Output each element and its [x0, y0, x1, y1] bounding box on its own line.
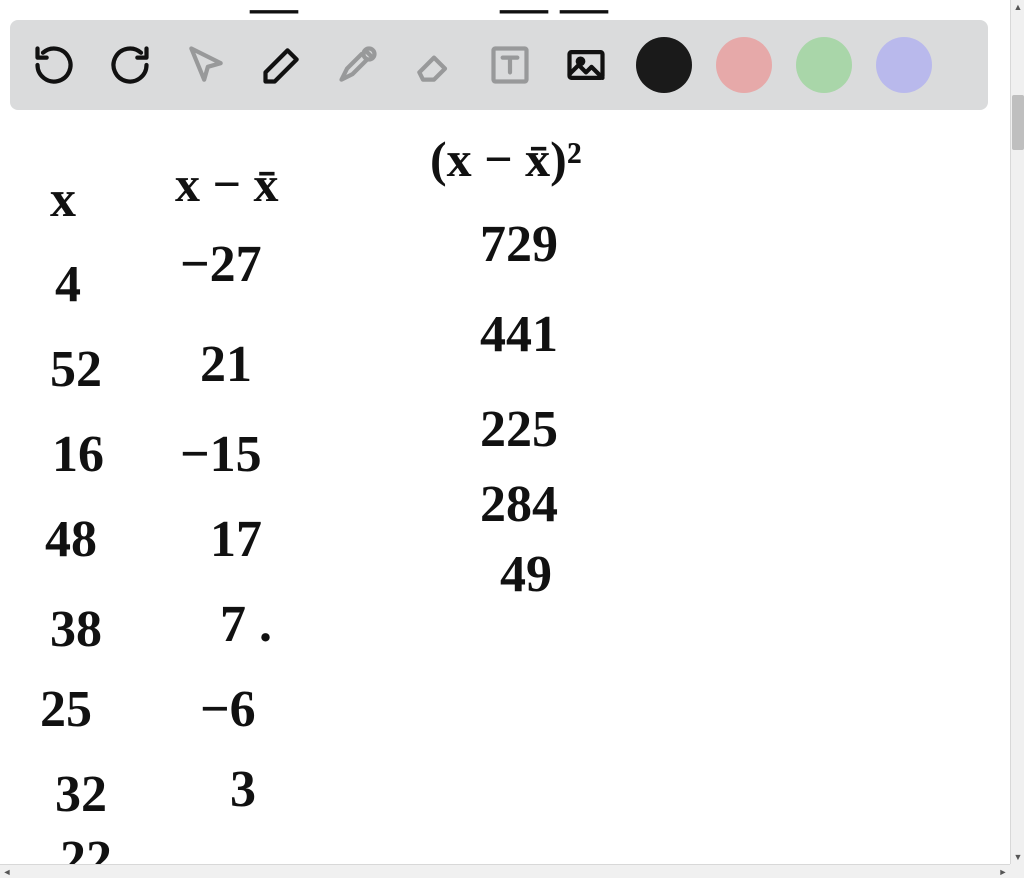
- vertical-scroll-thumb[interactable]: [1012, 95, 1024, 150]
- cell-squared: 284: [480, 475, 558, 534]
- vertical-scrollbar[interactable]: ▲ ▼: [1010, 0, 1024, 864]
- cell-x: 16: [52, 425, 104, 484]
- cell-deviation: 17: [210, 510, 262, 569]
- pen-tool-button[interactable]: [256, 39, 308, 91]
- cell-x: 52: [50, 340, 102, 399]
- cell-x: 32: [55, 765, 107, 824]
- cell-deviation: −6: [200, 680, 256, 739]
- cell-x: 25: [40, 680, 92, 739]
- cell-x: 38: [50, 600, 102, 659]
- color-swatch-black[interactable]: [636, 37, 692, 93]
- scroll-left-arrow-icon[interactable]: ◄: [0, 865, 14, 879]
- image-tool-button[interactable]: [560, 39, 612, 91]
- cell-deviation: 3: [230, 760, 256, 819]
- cell-squared: 441: [480, 305, 558, 364]
- color-swatch-purple[interactable]: [876, 37, 932, 93]
- cell-deviation: −15: [180, 425, 262, 484]
- tools-button[interactable]: [332, 39, 384, 91]
- cell-x: 48: [45, 510, 97, 569]
- cell-x: 4: [55, 255, 81, 314]
- scroll-down-arrow-icon[interactable]: ▼: [1011, 850, 1024, 864]
- cell-deviation: 7 .: [220, 595, 272, 654]
- scroll-corner: [1010, 864, 1024, 878]
- cell-deviation: −27: [180, 235, 262, 294]
- cell-squared: 729: [480, 215, 558, 274]
- color-swatch-pink[interactable]: [716, 37, 772, 93]
- column-header-squared: (x − x̄)²: [430, 130, 582, 188]
- cell-deviation: 21: [200, 335, 252, 394]
- canvas-area[interactable]: — — — x x − x̄ (x − x: [0, 0, 1010, 864]
- cell-squared: 49: [500, 545, 552, 604]
- horizontal-scrollbar[interactable]: ◄ ►: [0, 864, 1010, 878]
- scroll-up-arrow-icon[interactable]: ▲: [1011, 0, 1024, 14]
- color-swatch-green[interactable]: [796, 37, 852, 93]
- undo-button[interactable]: [28, 39, 80, 91]
- select-tool-button[interactable]: [180, 39, 232, 91]
- column-header-x: x: [50, 170, 76, 229]
- cell-squared: 225: [480, 400, 558, 459]
- column-header-deviation: x − x̄: [175, 155, 279, 213]
- cell-x: 22: [60, 830, 112, 864]
- text-tool-button[interactable]: [484, 39, 536, 91]
- drawing-toolbar: [10, 20, 988, 110]
- scroll-right-arrow-icon[interactable]: ►: [996, 865, 1010, 879]
- eraser-tool-button[interactable]: [408, 39, 460, 91]
- redo-button[interactable]: [104, 39, 156, 91]
